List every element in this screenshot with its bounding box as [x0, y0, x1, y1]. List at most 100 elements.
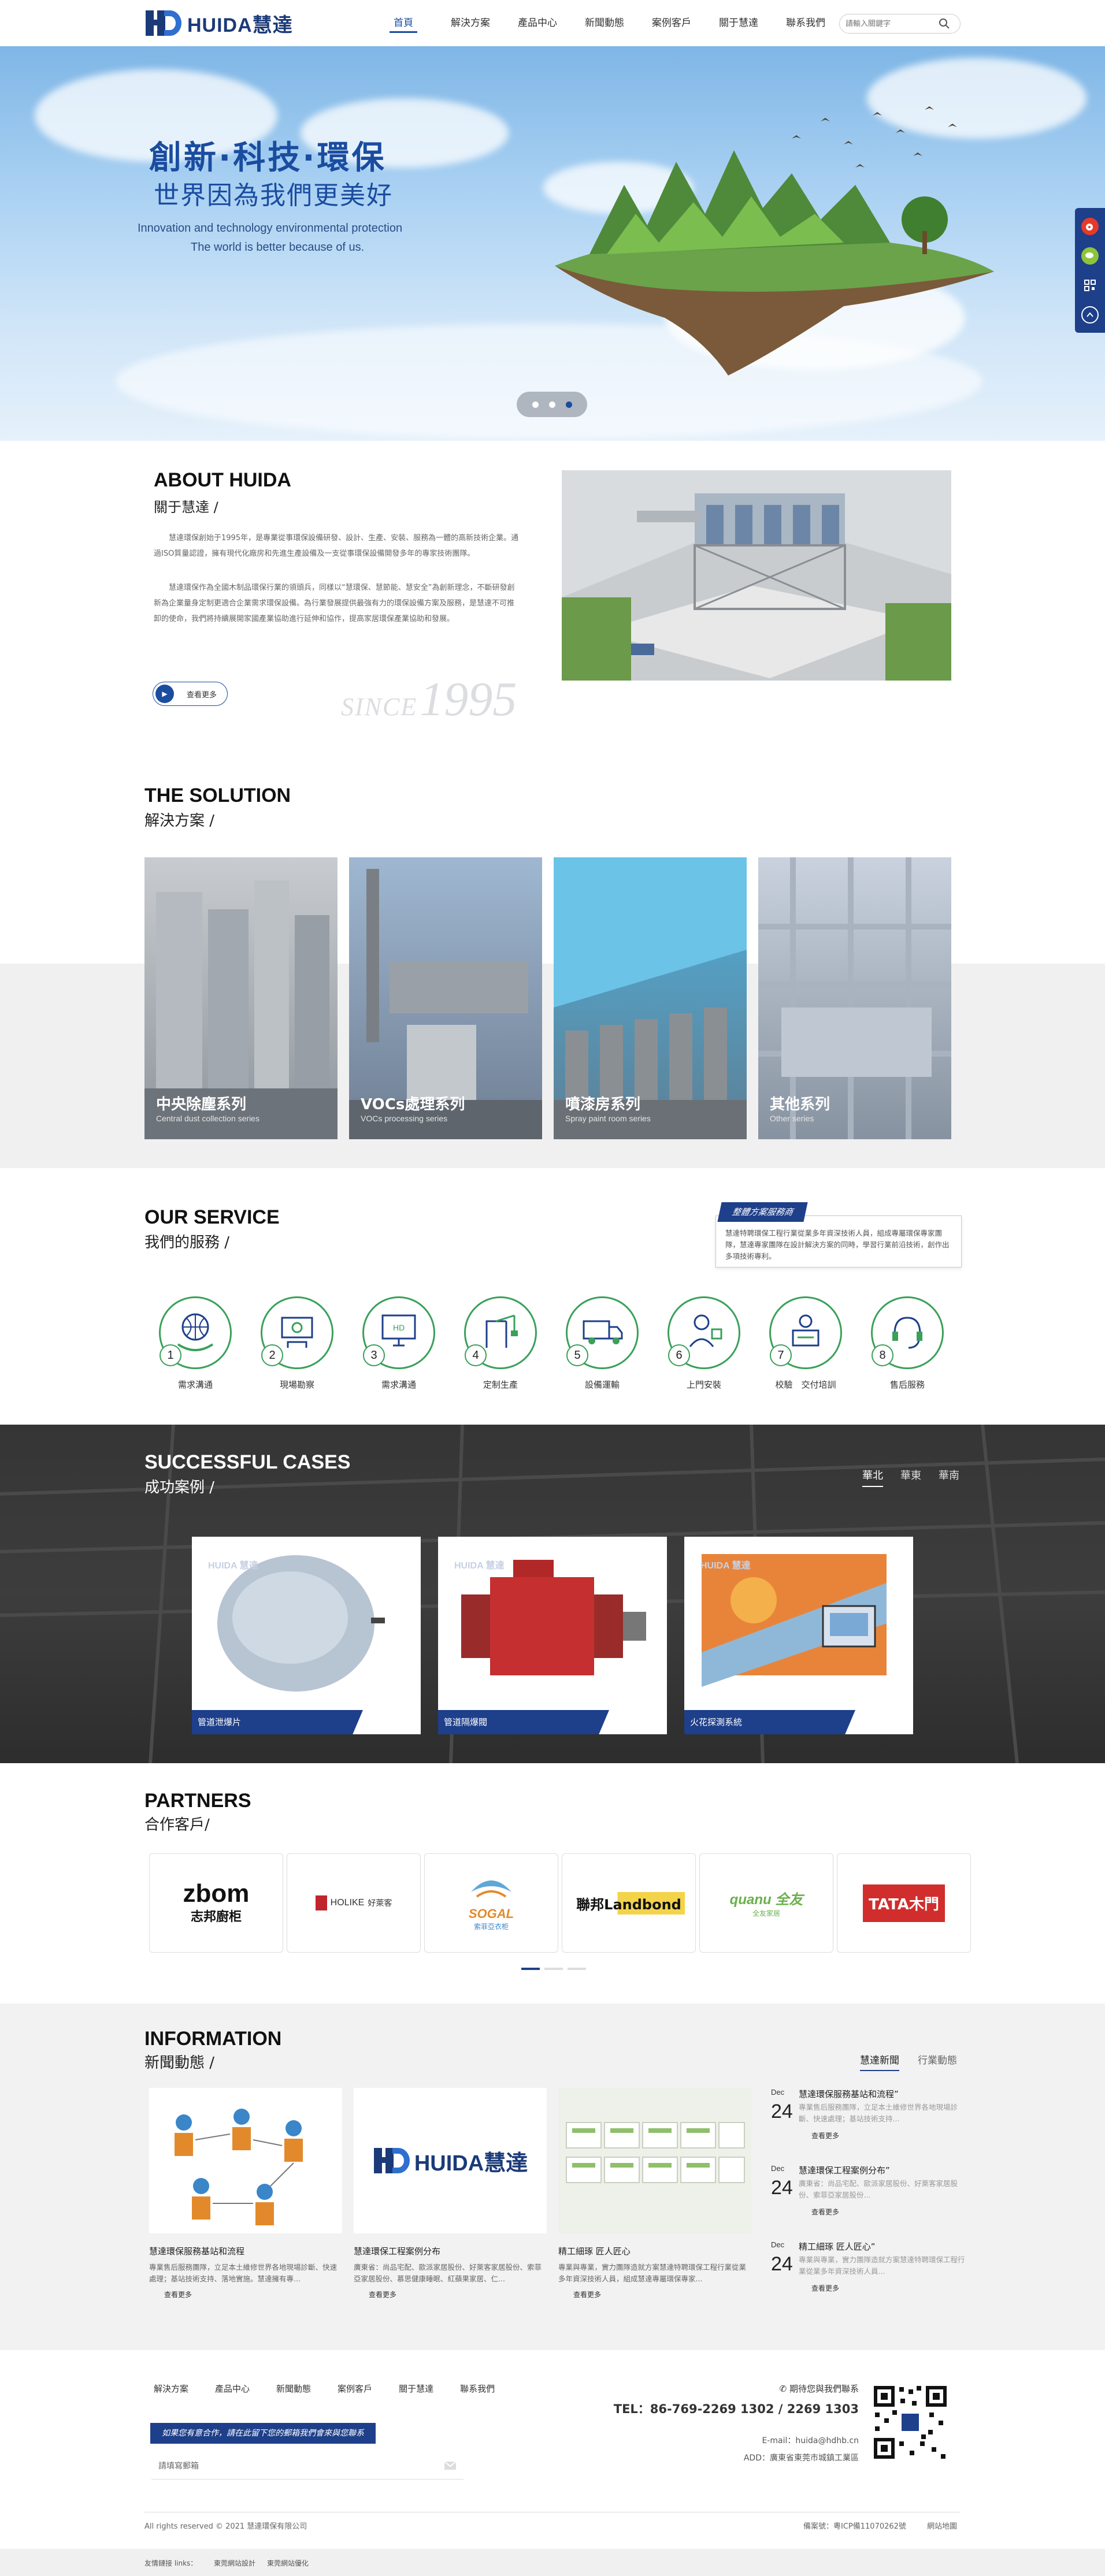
step-label: 現場勘察	[279, 1380, 314, 1390]
footer-nav-news[interactable]: 新聞動態	[276, 2382, 311, 2395]
case-title: 火花探測系統	[684, 1710, 855, 1734]
footer-icp[interactable]: 備案號：粵ICP備11070262號	[803, 2520, 906, 2531]
solution-card-subtitle: Spray paint room series	[565, 1114, 651, 1123]
cases-tab-east[interactable]: 華東	[900, 1467, 921, 1482]
footer-nav-products[interactable]: 產品中心	[215, 2382, 250, 2395]
partners-page-dot[interactable]	[568, 1968, 586, 1970]
news-title: 慧達環保服務基站和流程	[149, 2246, 245, 2257]
news-image	[149, 2088, 342, 2233]
solution-title-cn: 解決方案 /	[144, 812, 215, 830]
about-more-button[interactable]: ▶ 查看更多	[153, 682, 228, 706]
step-label: 校驗 交付培訓	[775, 1380, 836, 1390]
footer-email-field[interactable]: 請填寫郵箱	[151, 2452, 463, 2480]
service-step[interactable]: 8 售后服務	[868, 1296, 947, 1391]
partner-logo-zbom[interactable]: zbom 志邦廚柜	[149, 1853, 283, 1953]
service-step[interactable]: 1 需求溝通	[156, 1296, 235, 1391]
cases-tab-north[interactable]: 華北	[862, 1467, 883, 1487]
hero-banner: 創新·科技·環保 世界因為我們更美好 Innovation and techno…	[0, 46, 1105, 441]
partners-page-dot[interactable]	[544, 1968, 563, 1970]
nav-home[interactable]: 首頁	[370, 0, 437, 46]
step-label: 售后服務	[889, 1380, 925, 1390]
partner-logo-holike[interactable]: HOLIKE 好萊客	[287, 1853, 421, 1953]
solution-card-other[interactable]: 其他系列 Other series	[758, 857, 951, 1139]
case-card[interactable]: HUIDA 慧達 管道泄爆片	[192, 1537, 421, 1734]
partner-logo-quanu[interactable]: quanu 全友 全友家居	[699, 1853, 833, 1953]
partner-logo-tata[interactable]: TATA木門	[837, 1853, 971, 1953]
search-input[interactable]	[846, 19, 938, 28]
hero-en-line2: The world is better because of us.	[191, 241, 365, 254]
case-title: 管道隔爆閥	[438, 1710, 609, 1734]
news-logo-cn: 慧達	[484, 2150, 528, 2176]
friend-link[interactable]: 東莞網站優化	[267, 2558, 309, 2568]
nav-contact[interactable]: 聯系我們	[772, 0, 839, 46]
service-flow-illustration	[149, 2088, 342, 2233]
news-side-more-link[interactable]: 查看更多	[811, 2207, 839, 2217]
partner-logo: SOGAL 索菲亞衣柜	[465, 1875, 517, 1931]
friend-link[interactable]: 東莞網站設計	[214, 2558, 255, 2568]
news-side-item[interactable]: Dec 24 慧達環保工程案例分布” 廣東省：尚品宅配、歐派家居股份、好萊客家居…	[771, 2164, 962, 2228]
logo-text-cn: 慧達	[252, 13, 293, 37]
solution-card-vocs[interactable]: VOCs處理系列 VOCs processing series	[349, 857, 542, 1139]
hero-title: 創新·科技·環保	[149, 139, 387, 177]
carousel-dot[interactable]	[548, 401, 555, 408]
nav-products[interactable]: 產品中心	[504, 0, 571, 46]
case-card[interactable]: HUIDA 慧達 管道隔爆閥	[438, 1537, 667, 1734]
partner-logo-landbond[interactable]: 聯邦Landbond	[562, 1853, 696, 1953]
news-side-item[interactable]: Dec 24 慧達環保服務基站和流程” 專業售后服務團隊，立足本土維修世界各地現…	[771, 2088, 962, 2151]
nav-solutions[interactable]: 解決方案	[437, 0, 504, 46]
news-card[interactable]: 慧達環保服務基站和流程 專業售后服務團隊，立足本土維修世界各地現場診斷、快速處理…	[149, 2088, 342, 2302]
partners-page-dot-active[interactable]	[521, 1968, 540, 1970]
service-step[interactable]: 2 現場勘察	[258, 1296, 336, 1391]
service-step[interactable]: 7 校驗 交付培訓	[766, 1296, 845, 1391]
footer-sitemap-link[interactable]: 網站地圖	[927, 2520, 957, 2531]
footer-contact-heading: ✆ 期待您與我們聯系	[682, 2382, 859, 2395]
news-card[interactable]: HUIDA慧達 慧達環保工程案例分布 廣東省：尚品宅配、歐派家居股份、好萊客家居…	[354, 2088, 547, 2302]
wechat-qrcode-image	[872, 2384, 949, 2461]
step-number: 6	[668, 1344, 690, 1366]
news-side-more-link[interactable]: 查看更多	[811, 2283, 839, 2293]
footer-nav-solutions[interactable]: 解決方案	[154, 2382, 188, 2395]
info-tab-industry[interactable]: 行業動態	[918, 2052, 957, 2066]
certificates-grid-image	[558, 2088, 751, 2233]
search-icon[interactable]	[938, 17, 951, 30]
qrcode-icon[interactable]	[1081, 277, 1099, 294]
case-card[interactable]: HUIDA 慧達 火花探測系統	[684, 1537, 913, 1734]
weibo-icon[interactable]	[1081, 217, 1099, 235]
solution-card-dust[interactable]: 中央除塵系列 Central dust collection series	[144, 857, 338, 1139]
news-side-more-link[interactable]: 查看更多	[811, 2131, 839, 2140]
factory-equipment-image	[562, 470, 951, 681]
partner-subname: 全友家居	[752, 1909, 780, 1917]
back-to-top-icon[interactable]	[1081, 306, 1099, 324]
nav-about[interactable]: 關于慧達	[705, 0, 772, 46]
service-step[interactable]: 5 設備運輸	[563, 1296, 642, 1391]
service-step[interactable]: 6 上門安裝	[665, 1296, 743, 1391]
news-more-link[interactable]: 查看更多	[354, 2289, 547, 2299]
carousel-dot-active[interactable]	[565, 401, 572, 408]
info-tab-company[interactable]: 慧達新聞	[860, 2052, 899, 2071]
notice-tag: 整體方案服務商	[717, 1202, 808, 1222]
wechat-icon[interactable]	[1081, 247, 1099, 265]
mail-icon[interactable]	[444, 2461, 457, 2470]
solution-card-subtitle: VOCs processing series	[361, 1114, 448, 1123]
partner-logo-sogal[interactable]: SOGAL 索菲亞衣柜	[424, 1853, 558, 1953]
logo[interactable]: HUIDA慧達	[144, 7, 306, 39]
cases-tab-south[interactable]: 華南	[939, 1467, 959, 1482]
case-watermark: HUIDA 慧達	[208, 1561, 258, 1571]
footer-nav-about[interactable]: 關于慧達	[399, 2382, 433, 2395]
footer-nav-contact[interactable]: 聯系我們	[460, 2382, 495, 2395]
nav-cases[interactable]: 案例客戶	[638, 0, 705, 46]
news-day: 24	[771, 2177, 793, 2199]
news-side-item[interactable]: Dec 24 精工細琢 匠人匠心” 專業與專業，實力團隊造就方案慧達特聘環保工程…	[771, 2240, 965, 2304]
news-side-title: 精工細琢 匠人匠心”	[799, 2242, 876, 2252]
service-step[interactable]: HD 3 需求溝通	[359, 1296, 438, 1391]
news-card[interactable]: 精工細琢 匠人匠心 專業與專業，實力團隊造就方案慧達特聘環保工程行業從業多年資深…	[558, 2088, 751, 2302]
about-title-cn: 關于慧達 /	[154, 499, 218, 515]
news-more-link[interactable]: 查看更多	[558, 2289, 751, 2299]
step-label: 需求溝通	[381, 1380, 416, 1390]
service-step[interactable]: 4 定制生產	[461, 1296, 540, 1391]
news-more-link[interactable]: 查看更多	[149, 2289, 342, 2299]
carousel-dot[interactable]	[532, 401, 539, 408]
nav-news[interactable]: 新聞動態	[571, 0, 638, 46]
solution-card-spray[interactable]: 噴漆房系列 Spray paint room series	[554, 857, 747, 1139]
footer-nav-cases[interactable]: 案例客戶	[338, 2382, 372, 2395]
